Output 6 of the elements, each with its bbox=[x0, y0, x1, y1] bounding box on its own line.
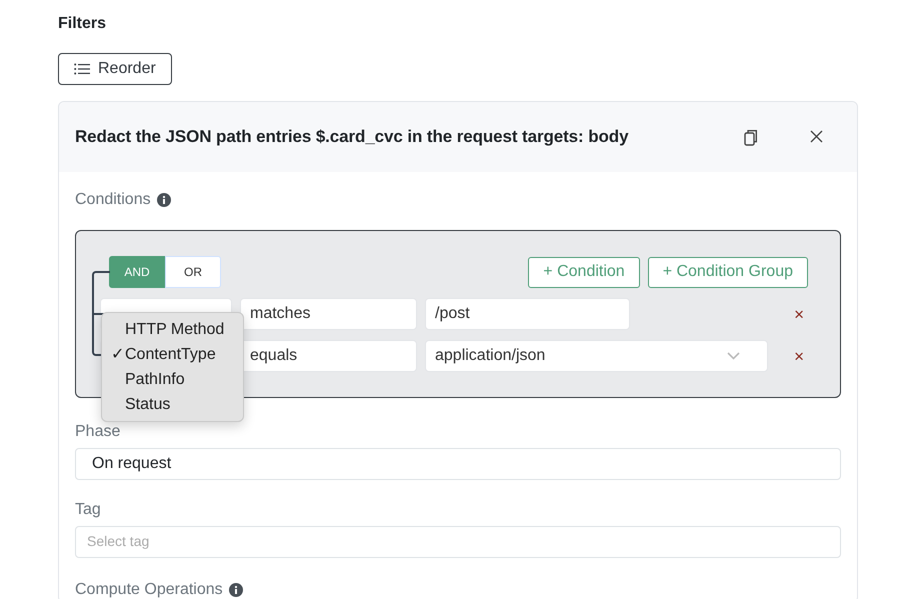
field-label: Phase bbox=[75, 422, 120, 442]
field-label: Conditions bbox=[75, 190, 151, 210]
section-heading: Filters bbox=[58, 14, 108, 34]
filter-title: Redact the JSON path entries $.card_cvc in the request targets: body bbox=[75, 126, 630, 148]
field-label: Compute Operations bbox=[75, 580, 223, 599]
field-label: Tag bbox=[75, 500, 101, 520]
